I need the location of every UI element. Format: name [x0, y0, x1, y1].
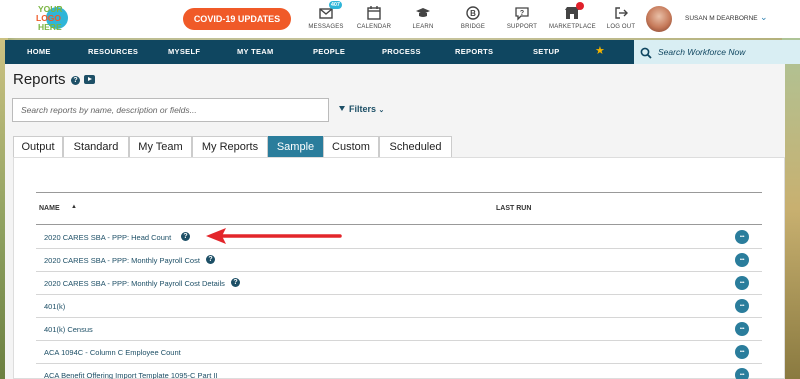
nav-setup[interactable]: SETUP	[533, 40, 560, 64]
main-content: Reports ? Filters ⌄ Output Standard My T…	[5, 64, 785, 379]
tab-sample[interactable]: Sample	[268, 136, 323, 158]
tab-custom[interactable]: Custom	[323, 136, 379, 158]
logout-label: LOG OUT	[606, 24, 636, 30]
messages-badge: 407	[328, 1, 342, 9]
report-name[interactable]: ACA 1094C - Column C Employee Count	[44, 348, 181, 357]
star-icon[interactable]: ★	[595, 40, 605, 64]
more-actions-icon[interactable]	[735, 230, 749, 244]
logout-nav[interactable]: LOG OUT	[598, 5, 644, 35]
tab-my-team[interactable]: My Team	[129, 136, 192, 158]
messages-icon: 407	[318, 1, 342, 21]
table-row[interactable]: ACA 1094C - Column C Employee Count	[36, 341, 762, 364]
help-icon[interactable]: ?	[206, 255, 215, 264]
table-row[interactable]: ACA Benefit Offering Import Template 109…	[36, 364, 762, 379]
graduation-cap-icon	[415, 5, 431, 21]
svg-text:B: B	[470, 9, 476, 18]
table-row[interactable]: 401(k) Census	[36, 318, 762, 341]
support-nav[interactable]: ? SUPPORT	[499, 5, 545, 35]
calendar-nav[interactable]: CALENDAR	[351, 5, 397, 35]
tab-my-reports[interactable]: My Reports	[192, 136, 268, 158]
marketplace-nav[interactable]: MARKETPLACE	[549, 2, 596, 35]
top-bar: YOUR LOGO HERE COVID-19 UPDATES 407 MESS…	[0, 0, 800, 38]
video-icon[interactable]	[84, 75, 95, 84]
report-name[interactable]: 2020 CARES SBA - PPP: Monthly Payroll Co…	[44, 256, 200, 265]
main-nav: HOME RESOURCES MYSELF MY TEAM PEOPLE PRO…	[5, 40, 800, 64]
support-icon: ?	[514, 5, 530, 21]
report-name[interactable]: 401(k) Census	[44, 325, 93, 334]
filters-label: Filters	[349, 104, 377, 114]
red-arrow-annotation	[206, 228, 342, 244]
more-actions-icon[interactable]	[735, 299, 749, 313]
nav-home[interactable]: HOME	[27, 40, 51, 64]
chevron-down-icon[interactable]: ⌄	[760, 12, 768, 23]
tab-output[interactable]: Output	[13, 136, 63, 158]
user-name[interactable]: SUSAN M DEARBORNE	[685, 15, 758, 22]
help-icon[interactable]: ?	[231, 278, 240, 287]
search-icon	[640, 46, 652, 64]
marketplace-notification-dot	[576, 2, 584, 10]
nav-search[interactable]: Search Workforce Now	[631, 40, 800, 64]
sort-ascending-icon[interactable]: ▲	[71, 204, 77, 210]
more-actions-icon[interactable]	[735, 276, 749, 290]
covid-updates-button[interactable]: COVID-19 UPDATES	[183, 8, 291, 30]
learn-nav[interactable]: LEARN	[400, 5, 446, 35]
logo-line3: HERE	[38, 22, 62, 32]
more-actions-icon[interactable]	[735, 345, 749, 359]
marketplace-label: MARKETPLACE	[549, 24, 596, 30]
marketplace-icon	[564, 2, 584, 21]
calendar-icon	[366, 5, 382, 21]
company-logo[interactable]: YOUR LOGO HERE	[30, 3, 74, 37]
reports-panel: NAME ▲ LAST RUN 2020 CARES SBA - PPP: He…	[13, 157, 785, 379]
table-row[interactable]: 401(k)	[36, 295, 762, 318]
nav-reports[interactable]: REPORTS	[455, 40, 493, 64]
more-actions-icon[interactable]	[735, 322, 749, 336]
tab-standard[interactable]: Standard	[63, 136, 129, 158]
report-search-input[interactable]	[13, 99, 328, 121]
table-header: NAME ▲ LAST RUN	[36, 192, 762, 225]
bridge-nav[interactable]: B BRIDGE	[450, 5, 496, 35]
table-row[interactable]: 2020 CARES SBA - PPP: Monthly Payroll Co…	[36, 249, 762, 272]
messages-label: MESSAGES	[308, 24, 344, 30]
filters-button[interactable]: Filters ⌄	[339, 104, 384, 114]
support-label: SUPPORT	[506, 24, 538, 30]
nav-search-placeholder: Search Workforce Now	[658, 47, 746, 57]
learn-label: LEARN	[412, 24, 434, 30]
column-header-last-run[interactable]: LAST RUN	[496, 205, 531, 212]
bridge-icon: B	[465, 5, 481, 21]
table-row[interactable]: 2020 CARES SBA - PPP: Monthly Payroll Co…	[36, 272, 762, 295]
help-icon[interactable]: ?	[71, 76, 80, 85]
nav-resources[interactable]: RESOURCES	[88, 40, 138, 64]
more-actions-icon[interactable]	[735, 368, 749, 379]
report-name[interactable]: 401(k)	[44, 302, 65, 311]
nav-process[interactable]: PROCESS	[382, 40, 421, 64]
tab-scheduled[interactable]: Scheduled	[379, 136, 452, 158]
calendar-label: CALENDAR	[356, 24, 392, 30]
logout-icon	[613, 5, 629, 21]
chevron-down-icon: ⌄	[378, 107, 385, 114]
filter-icon	[339, 106, 345, 111]
nav-my-team[interactable]: MY TEAM	[237, 40, 274, 64]
help-icon[interactable]: ?	[181, 232, 190, 241]
report-search[interactable]	[12, 98, 329, 122]
svg-text:?: ?	[520, 10, 524, 17]
report-name[interactable]: 2020 CARES SBA - PPP: Monthly Payroll Co…	[44, 279, 225, 288]
user-avatar[interactable]	[646, 6, 672, 32]
column-header-name[interactable]: NAME	[39, 205, 60, 212]
report-name[interactable]: ACA Benefit Offering Import Template 109…	[44, 371, 218, 379]
more-actions-icon[interactable]	[735, 253, 749, 267]
nav-myself[interactable]: MYSELF	[168, 40, 200, 64]
table-row[interactable]: 2020 CARES SBA - PPP: Head Count ?	[36, 226, 762, 249]
bridge-label: BRIDGE	[460, 24, 486, 30]
messages-nav[interactable]: 407 MESSAGES	[303, 1, 349, 35]
report-name[interactable]: 2020 CARES SBA - PPP: Head Count	[44, 233, 171, 242]
page-title: Reports	[13, 71, 66, 88]
nav-people[interactable]: PEOPLE	[313, 40, 345, 64]
